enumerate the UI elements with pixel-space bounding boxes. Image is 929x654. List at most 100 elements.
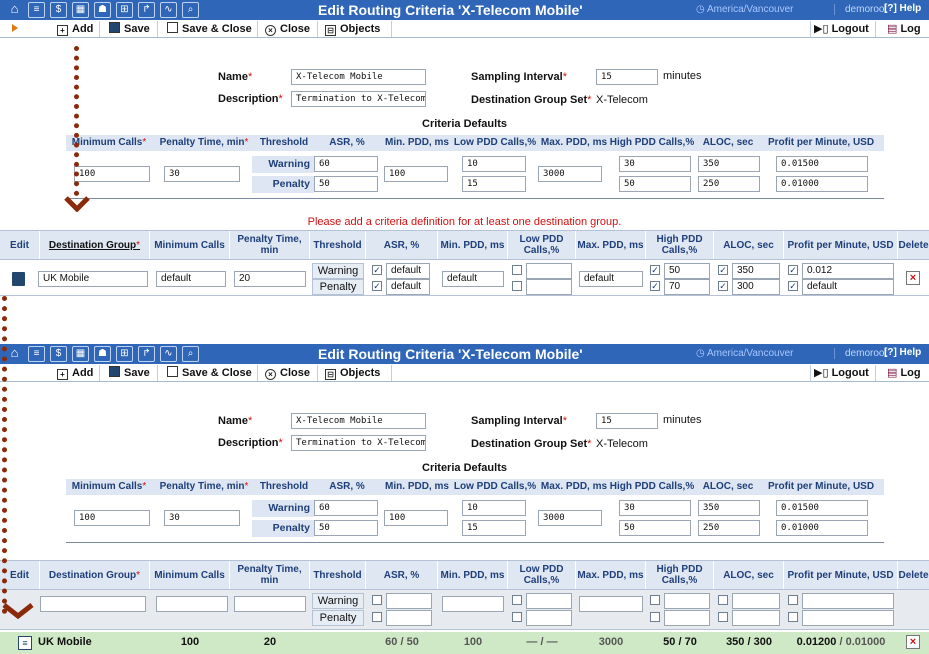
dollar-icon[interactable]: $ <box>50 346 67 362</box>
default-penalty-time-input[interactable]: 30 <box>164 166 240 182</box>
logout-button-2[interactable]: ▶▯ Logout <box>810 365 876 381</box>
row-aloc-warning-input[interactable]: 350 <box>732 263 780 279</box>
row-profit-penalty-input[interactable]: default <box>802 279 894 295</box>
help-link[interactable]: [?] Help <box>884 3 921 14</box>
new-low-pdd-penalty-checkbox[interactable] <box>512 612 522 622</box>
add-button[interactable]: + Add <box>54 21 100 37</box>
new-asr-warning-checkbox[interactable] <box>372 595 382 605</box>
profit-warning-checkbox[interactable]: ✓ <box>788 265 798 275</box>
default-high-pdd-warning-input-2[interactable]: 30 <box>619 500 691 516</box>
default-profit-warning-input[interactable]: 0.01500 <box>776 156 868 172</box>
new-low-pdd-warning-input[interactable] <box>526 593 572 609</box>
list-icon[interactable]: ≡ <box>28 346 45 362</box>
objects-button[interactable]: ⊟ Objects <box>322 21 392 37</box>
home-icon[interactable]: ⌂ <box>6 2 23 18</box>
row-high-pdd-warning-input[interactable]: 50 <box>664 263 710 279</box>
high-pdd-warning-checkbox[interactable]: ✓ <box>650 265 660 275</box>
new-low-pdd-penalty-input[interactable] <box>526 610 572 626</box>
grid-icon[interactable]: ▦ <box>72 346 89 362</box>
routing-icon[interactable]: ↱ <box>138 346 155 362</box>
new-aloc-warning-input[interactable] <box>732 593 780 609</box>
routing-icon[interactable]: ↱ <box>138 2 155 18</box>
save-close-button-2[interactable]: Save & Close <box>164 365 258 381</box>
default-high-pdd-penalty-input[interactable]: 50 <box>619 176 691 192</box>
default-aloc-penalty-input-2[interactable]: 250 <box>698 520 760 536</box>
add-button-2[interactable]: + Add <box>54 365 100 381</box>
aloc-warning-checkbox[interactable]: ✓ <box>718 265 728 275</box>
user-name-2[interactable]: demoroot <box>834 348 887 359</box>
description-input-2[interactable]: Termination to X-Telecom <box>291 435 426 451</box>
row-high-pdd-penalty-input[interactable]: 70 <box>664 279 710 295</box>
row-min-calls-input[interactable]: default <box>156 271 226 287</box>
row-penalty-time-input[interactable]: 20 <box>234 271 306 287</box>
low-pdd-penalty-checkbox[interactable] <box>512 281 522 291</box>
default-profit-penalty-input-2[interactable]: 0.01000 <box>776 520 868 536</box>
default-min-calls-input-2[interactable]: 100 <box>74 510 150 526</box>
user-name[interactable]: demoroot <box>834 4 887 15</box>
search-icon[interactable]: ⌕ <box>182 346 199 362</box>
sampling-input-2[interactable]: 15 <box>596 413 658 429</box>
row-aloc-penalty-input[interactable]: 300 <box>732 279 780 295</box>
timezone-link[interactable]: ◷ America/Vancouver <box>696 4 793 15</box>
new-aloc-penalty-input[interactable] <box>732 610 780 626</box>
edit-row-icon[interactable]: ≡ <box>18 636 32 650</box>
log-button-2[interactable]: ▤ Log <box>884 365 924 381</box>
default-asr-penalty-input[interactable]: 50 <box>314 176 378 192</box>
new-profit-penalty-checkbox[interactable] <box>788 612 798 622</box>
new-destination-group-input[interactable] <box>40 596 146 612</box>
row-profit-warning-input[interactable]: 0.012 <box>802 263 894 279</box>
saved-delete-icon[interactable]: × <box>906 635 920 649</box>
network-icon[interactable]: ⊞ <box>116 2 133 18</box>
delete-icon[interactable]: × <box>906 271 920 285</box>
close-button-2[interactable]: × Close <box>262 365 318 381</box>
new-high-pdd-warning-input[interactable] <box>664 593 710 609</box>
name-input[interactable]: X-Telecom Mobile <box>291 69 426 85</box>
new-profit-warning-input[interactable] <box>802 593 894 609</box>
list-icon[interactable]: ≡ <box>28 2 45 18</box>
default-aloc-penalty-input[interactable]: 250 <box>698 176 760 192</box>
gh-destination-group[interactable]: Destination Group * <box>40 231 150 259</box>
new-min-calls-input[interactable] <box>156 596 228 612</box>
new-high-pdd-warning-checkbox[interactable] <box>650 595 660 605</box>
row-min-pdd-input[interactable]: default <box>442 271 504 287</box>
default-high-pdd-warning-input[interactable]: 30 <box>619 156 691 172</box>
row-max-pdd-input[interactable]: default <box>579 271 643 287</box>
row-asr-penalty-input[interactable]: default <box>386 279 430 295</box>
person-icon[interactable]: ☗ <box>94 2 111 18</box>
row-low-pdd-penalty-input[interactable] <box>526 279 572 295</box>
new-asr-warning-input[interactable] <box>386 593 432 609</box>
network-icon[interactable]: ⊞ <box>116 346 133 362</box>
new-penalty-time-input[interactable] <box>234 596 306 612</box>
gh-destination-group[interactable]: Destination Group * <box>40 561 150 589</box>
new-high-pdd-penalty-input[interactable] <box>664 610 710 626</box>
home-icon[interactable]: ⌂ <box>6 346 23 362</box>
row-asr-warning-input[interactable]: default <box>386 263 430 279</box>
sampling-input[interactable]: 15 <box>596 69 658 85</box>
new-profit-penalty-input[interactable] <box>802 610 894 626</box>
new-min-pdd-input[interactable] <box>442 596 504 612</box>
low-pdd-warning-checkbox[interactable] <box>512 265 522 275</box>
default-min-pdd-input[interactable]: 100 <box>384 166 448 182</box>
default-asr-warning-input-2[interactable]: 60 <box>314 500 378 516</box>
logout-button[interactable]: ▶▯ Logout <box>810 21 876 37</box>
aloc-penalty-checkbox[interactable]: ✓ <box>718 281 728 291</box>
save-button[interactable]: Save <box>106 21 158 37</box>
default-max-pdd-input[interactable]: 3000 <box>538 166 602 182</box>
asr-penalty-checkbox[interactable]: ✓ <box>372 281 382 291</box>
default-profit-warning-input-2[interactable]: 0.01500 <box>776 500 868 516</box>
save-row-icon[interactable] <box>12 272 25 286</box>
default-profit-penalty-input[interactable]: 0.01000 <box>776 176 868 192</box>
default-asr-warning-input[interactable]: 60 <box>314 156 378 172</box>
description-input[interactable]: Termination to X-Telecom <box>291 91 426 107</box>
save-button-2[interactable]: Save <box>106 365 158 381</box>
chart-icon[interactable]: ∿ <box>160 346 177 362</box>
asr-warning-checkbox[interactable]: ✓ <box>372 265 382 275</box>
new-max-pdd-input[interactable] <box>579 596 643 612</box>
new-profit-warning-checkbox[interactable] <box>788 595 798 605</box>
log-button[interactable]: ▤ Log <box>884 21 924 37</box>
new-asr-penalty-checkbox[interactable] <box>372 612 382 622</box>
default-low-pdd-warning-input-2[interactable]: 10 <box>462 500 526 516</box>
person-icon[interactable]: ☗ <box>94 346 111 362</box>
timezone-link-2[interactable]: ◷ America/Vancouver <box>696 348 793 359</box>
default-high-pdd-penalty-input-2[interactable]: 50 <box>619 520 691 536</box>
